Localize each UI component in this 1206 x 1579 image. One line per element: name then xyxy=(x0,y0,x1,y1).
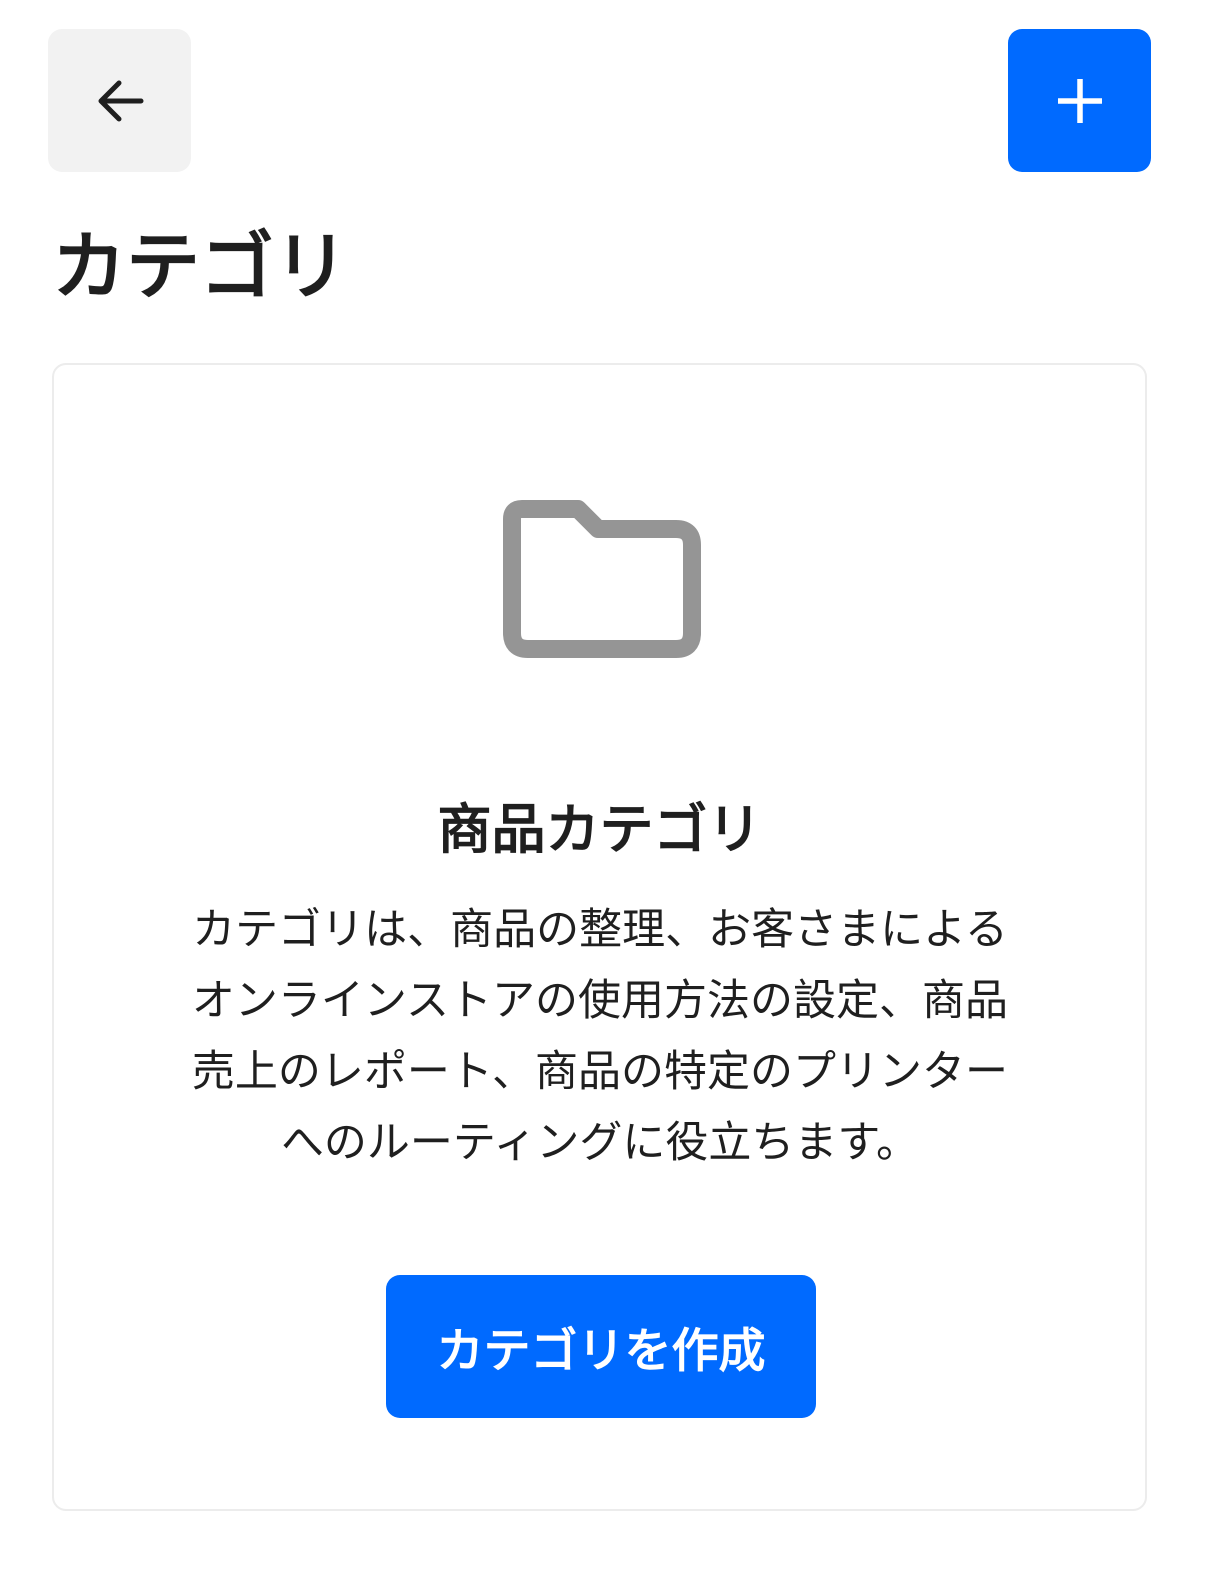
create-category-button[interactable]: カテゴリを作成 xyxy=(386,1275,816,1418)
description-line: へのルーティングに役立ちます。 xyxy=(280,1118,920,1168)
empty-state-description: カテゴリは、商品の整理、お客さまによる オンラインストアの使用方法の設定、商品 … xyxy=(140,895,1060,1179)
empty-state-title: 商品カテゴリ xyxy=(437,798,762,861)
empty-state-card: 商品カテゴリ カテゴリは、商品の整理、お客さまによる オンラインストアの使用方法… xyxy=(52,363,1147,1511)
description-line: オンラインストアの使用方法の設定、商品 xyxy=(191,976,1009,1026)
arrow-left-icon xyxy=(98,80,143,121)
page-title: カテゴリ xyxy=(52,224,348,310)
description-line: カテゴリは、商品の整理、お客さまによる xyxy=(192,905,1008,955)
folder-icon xyxy=(503,500,701,658)
plus-icon xyxy=(1057,78,1102,123)
add-category-button[interactable] xyxy=(1008,29,1151,172)
description-line: 売上のレポート、商品の特定のプリンター xyxy=(191,1047,1009,1097)
back-button[interactable] xyxy=(48,29,191,172)
